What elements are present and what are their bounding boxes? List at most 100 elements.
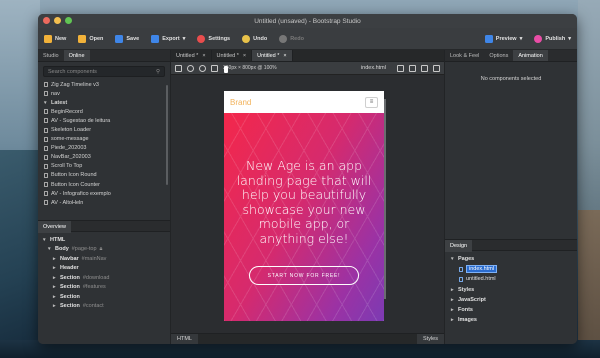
- component-icon: [44, 200, 48, 206]
- list-group-label: Latest: [51, 99, 68, 106]
- document-tab-active[interactable]: Untitled * ×: [252, 50, 293, 61]
- page-icon: [459, 266, 463, 272]
- design-group-fonts[interactable]: ▸ Fonts: [451, 305, 577, 315]
- caret-right-icon: ▸: [451, 296, 454, 303]
- tree-node-attr: #contact: [82, 303, 104, 310]
- page-preview[interactable]: Brand ≡ New Age is an app landing page t…: [224, 91, 384, 321]
- list-item[interactable]: AV - Sugestao de leitura: [44, 116, 170, 125]
- layers-icon[interactable]: [211, 64, 218, 72]
- hamburger-menu-icon[interactable]: ≡: [365, 96, 378, 108]
- zoom-window-button[interactable]: [65, 17, 72, 24]
- workspace: Studio Online Search components ⚲ Zig Za…: [38, 50, 577, 344]
- design-group-pages[interactable]: ▾ Pages: [451, 254, 577, 264]
- tab-html[interactable]: HTML: [171, 334, 198, 344]
- settings-button[interactable]: Settings: [197, 34, 231, 43]
- list-item[interactable]: Scroll To Top: [44, 162, 170, 171]
- close-window-button[interactable]: [43, 17, 50, 24]
- preview-hero[interactable]: New Age is an app landing page that will…: [224, 113, 384, 321]
- tab-styles[interactable]: Styles: [417, 334, 444, 344]
- preview-scrollbar[interactable]: [384, 99, 386, 299]
- preview-navbar[interactable]: Brand ≡: [224, 91, 384, 113]
- phone-landscape-icon[interactable]: [397, 64, 404, 72]
- overview-header: Overview: [38, 220, 170, 233]
- tree-node-section[interactable]: ▸ Section #download: [43, 273, 170, 283]
- viewport-size-readout[interactable]: 360px × 800px @ 100%: [223, 65, 277, 71]
- tree-node-section[interactable]: ▸ Section: [43, 292, 170, 302]
- caret-right-icon: ▸: [53, 293, 56, 300]
- design-page-item[interactable]: index.html: [451, 264, 577, 274]
- new-button[interactable]: New: [44, 34, 66, 43]
- tree-node-html[interactable]: ▾ HTML: [43, 235, 170, 245]
- preview-button[interactable]: Preview ▾: [484, 34, 522, 43]
- undo-button[interactable]: Undo: [242, 34, 267, 43]
- tree-node-section[interactable]: ▸ Section #contact: [43, 302, 170, 312]
- list-item[interactable]: BeginRecord: [44, 107, 170, 116]
- tablet-icon[interactable]: [409, 64, 416, 72]
- document-tab[interactable]: Untitled * ×: [212, 50, 253, 61]
- tree-node-tag: Body: [55, 246, 69, 253]
- list-item[interactable]: some-message: [44, 135, 170, 144]
- close-icon[interactable]: ×: [202, 50, 205, 61]
- hero-cta-button[interactable]: START NOW FOR FREE!: [249, 266, 359, 285]
- desktop-icon[interactable]: [433, 64, 440, 72]
- tab-options[interactable]: Options: [484, 50, 513, 61]
- design-group-styles[interactable]: ▸ Styles: [451, 285, 577, 295]
- redo-button[interactable]: Redo: [279, 34, 304, 43]
- component-icon: [44, 82, 48, 88]
- tab-online[interactable]: Online: [63, 50, 90, 61]
- zoom-icon[interactable]: [187, 64, 194, 72]
- hero-headline[interactable]: New Age is an app landing page that will…: [236, 158, 372, 246]
- export-button[interactable]: Export ▾: [151, 34, 185, 43]
- design-canvas[interactable]: Brand ≡ New Age is an app landing page t…: [171, 75, 444, 333]
- list-group-latest[interactable]: ▾ Latest: [44, 98, 170, 107]
- tree-node-tag: Navbar: [60, 255, 79, 262]
- design-group-javascript[interactable]: ▸ JavaScript: [451, 295, 577, 305]
- tab-studio[interactable]: Studio: [38, 50, 64, 61]
- component-list-scrollbar[interactable]: [166, 85, 168, 185]
- export-icon: [151, 34, 160, 43]
- tree-node-tag: Header: [60, 265, 79, 272]
- tab-animation[interactable]: Animation: [513, 50, 548, 61]
- tree-node-attr: #mainNav: [81, 255, 107, 262]
- list-item[interactable]: Piede_202003: [44, 144, 170, 153]
- design-page-item[interactable]: untitled.html: [451, 274, 577, 284]
- document-tab[interactable]: Untitled * ×: [171, 50, 212, 61]
- laptop-icon[interactable]: [421, 64, 428, 72]
- tree-node-body[interactable]: ▾ Body #page-top 🔒︎: [43, 245, 170, 255]
- tab-look-and-feel[interactable]: Look & Feel: [445, 50, 484, 61]
- save-button[interactable]: Save: [115, 34, 139, 43]
- close-icon[interactable]: ×: [243, 50, 246, 61]
- tree-node-section[interactable]: ▸ Section #features: [43, 283, 170, 293]
- minimize-window-button[interactable]: [54, 17, 61, 24]
- list-item[interactable]: Button Icon Round: [44, 171, 170, 180]
- design-group-images[interactable]: ▸ Images: [451, 315, 577, 325]
- open-button[interactable]: Open: [78, 34, 103, 43]
- list-item[interactable]: Skeleton Loader: [44, 125, 170, 134]
- publish-button[interactable]: Publish ▾: [534, 34, 571, 43]
- design-group-label: Styles: [458, 286, 475, 293]
- close-icon[interactable]: ×: [283, 50, 286, 61]
- list-item[interactable]: NavBar_202003: [44, 153, 170, 162]
- list-item-label: Zig Zag Timeline v3: [51, 81, 99, 88]
- page-select[interactable]: index.html: [361, 65, 386, 71]
- search-components-input[interactable]: Search components ⚲: [43, 66, 165, 77]
- list-item[interactable]: Button Icon Counter: [44, 180, 170, 189]
- preview-brand[interactable]: Brand: [230, 98, 251, 107]
- overview-tree: ▾ HTML ▾ Body #page-top 🔒︎ ▸ Navbar #mainNav ▸…: [38, 232, 170, 344]
- list-item[interactable]: Zig Zag Timeline v3: [44, 80, 170, 89]
- tree-node-header[interactable]: ▸ Header: [43, 264, 170, 274]
- refresh-icon[interactable]: [199, 64, 206, 72]
- component-icon: [44, 109, 48, 115]
- component-icon: [44, 145, 48, 151]
- tree-node-navbar[interactable]: ▸ Navbar #mainNav: [43, 254, 170, 264]
- preview-label: Preview: [495, 35, 517, 42]
- settings-label: Settings: [208, 35, 231, 42]
- phone-device-icon[interactable]: [224, 66, 228, 73]
- fit-icon[interactable]: [175, 64, 182, 72]
- list-item[interactable]: AV - AltoHeln: [44, 198, 170, 207]
- list-item[interactable]: nav: [44, 89, 170, 98]
- redo-icon: [279, 34, 288, 43]
- list-item-label: Button Icon Counter: [51, 181, 100, 188]
- tree-node-tag: Section: [60, 303, 80, 310]
- list-item[interactable]: AV - Infografico exemplo: [44, 189, 170, 198]
